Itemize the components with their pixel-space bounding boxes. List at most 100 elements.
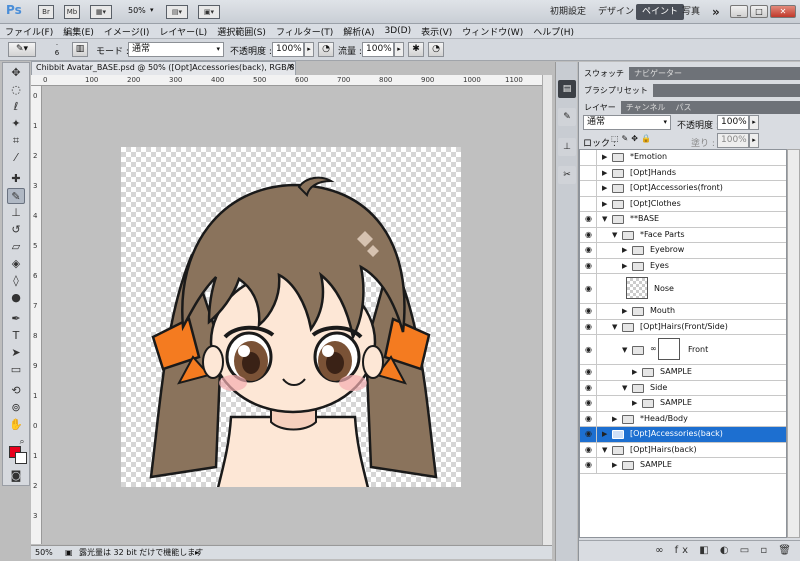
layer-visibility-toggle[interactable]: ◉ [580, 227, 597, 242]
workspace-design[interactable]: デザイン [592, 4, 640, 20]
hand-tool-icon[interactable]: ✋ [7, 417, 25, 433]
layer-row[interactable]: ▶ [Opt]Accessories(front) [580, 181, 786, 197]
layer-row[interactable]: ◉ ▶ Mouth [580, 304, 786, 320]
path-selection-tool-icon[interactable]: ➤ [7, 345, 25, 361]
airbrush-icon[interactable]: ✱ [408, 42, 424, 57]
crop-tool-icon[interactable]: ⌗ [7, 133, 25, 149]
expand-triangle-closed-icon[interactable]: ▶ [622, 245, 627, 255]
tab-paths[interactable]: パス [671, 101, 697, 114]
expand-triangle-closed-icon[interactable]: ▶ [622, 261, 627, 271]
menu-view[interactable]: 表示(V) [416, 25, 457, 38]
tool-preset-picker[interactable]: ✎▾ [8, 42, 36, 57]
menu-edit[interactable]: 編集(E) [58, 25, 99, 38]
fill-input[interactable]: 100% [717, 133, 749, 148]
layer-opacity-input[interactable]: 100% [717, 115, 749, 130]
layer-row[interactable]: ◉ ▶ Eyebrow [580, 243, 786, 259]
workspace-default[interactable]: 初期設定 [544, 4, 592, 20]
layer-visibility-toggle[interactable]: ◉ [580, 458, 597, 473]
layer-row[interactable]: ◉ ▶ SAMPLE [580, 458, 786, 474]
layer-row[interactable]: ▶ *Emotion [580, 150, 786, 166]
layer-visibility-toggle[interactable]: ◉ [580, 335, 597, 364]
layer-visibility-toggle[interactable]: ◉ [580, 442, 597, 457]
arrange-documents-icon[interactable]: ▤▾ [166, 5, 188, 19]
move-tool-icon[interactable]: ✥ [7, 65, 25, 81]
expand-triangle-closed-icon[interactable]: ▶ [612, 414, 617, 424]
expand-triangle-closed-icon[interactable]: ▶ [632, 398, 637, 408]
expand-triangle-closed-icon[interactable]: ▶ [602, 168, 607, 178]
layer-visibility-toggle[interactable]: ◉ [580, 427, 597, 442]
dodge-tool-icon[interactable]: ● [7, 290, 25, 306]
layer-visibility-toggle[interactable]: ◉ [580, 365, 597, 380]
expand-triangle-open-icon[interactable]: ▼ [602, 214, 607, 224]
expand-triangle-closed-icon[interactable]: ▶ [602, 429, 607, 439]
menu-select[interactable]: 選択範囲(S) [212, 25, 271, 38]
canvas-vertical-scrollbar[interactable] [542, 75, 552, 545]
layer-row[interactable]: ◉ ▼ **BASE [580, 212, 786, 228]
quick-mask-icon[interactable]: ◙ [7, 468, 25, 484]
brush-size-indicator[interactable]: · 6 [52, 41, 62, 57]
expand-triangle-closed-icon[interactable]: ▶ [612, 460, 617, 470]
layer-row[interactable]: ◉ ▶ SAMPLE [580, 396, 786, 412]
menu-file[interactable]: ファイル(F) [0, 25, 58, 38]
layer-row[interactable]: ◉ ▼ Side [580, 380, 786, 396]
tool-presets-panel-icon[interactable]: ✂ [558, 166, 576, 184]
layer-footer-icons[interactable]: ∞ fx ◧ ◐ ▭ ▫ 🗑 [655, 545, 795, 556]
document-tab[interactable]: Chibbit Avatar_BASE.psd @ 50% ([Opt]Acce… [31, 61, 296, 75]
more-workspaces-icon[interactable]: » [706, 4, 726, 20]
background-color-swatch[interactable] [15, 452, 27, 464]
layer-row[interactable]: ◉ ▶ *Head/Body [580, 411, 786, 427]
layer-mask-thumbnail[interactable] [658, 338, 680, 360]
lasso-tool-icon[interactable]: ℓ [7, 99, 25, 115]
eyedropper-tool-icon[interactable]: ⁄ [7, 150, 25, 166]
menu-analysis[interactable]: 解析(A) [338, 25, 379, 38]
tablet-opacity-pressure-icon[interactable]: ◔ [318, 42, 334, 57]
restore-button[interactable]: □ [750, 5, 768, 18]
expand-triangle-closed-icon[interactable]: ▶ [622, 306, 627, 316]
expand-triangle-open-icon[interactable]: ▼ [622, 345, 627, 355]
layer-visibility-toggle[interactable]: ◉ [580, 258, 597, 273]
layer-visibility-toggle[interactable]: ◉ [580, 274, 597, 303]
brush-panel-toggle-icon[interactable]: ▥ [72, 42, 88, 57]
layer-row[interactable]: ◉ Nose [580, 274, 786, 304]
flow-input[interactable]: 100% [362, 42, 394, 57]
brush-tool-icon[interactable]: ✎ [7, 188, 25, 204]
layer-visibility-toggle[interactable] [580, 181, 597, 196]
rectangle-tool-icon[interactable]: ▭ [7, 362, 25, 378]
tab-navigator[interactable]: ナビゲーター [629, 67, 687, 80]
expand-triangle-closed-icon[interactable]: ▶ [602, 152, 607, 162]
menu-filter[interactable]: フィルター(T) [271, 25, 338, 38]
clone-source-panel-icon[interactable]: ⊥ [558, 138, 576, 156]
lock-icons[interactable]: ⬚✎✥🔒 [611, 134, 654, 143]
layer-opacity-slider-icon[interactable]: ▸ [749, 115, 759, 130]
paint-bucket-tool-icon[interactable]: ◈ [7, 256, 25, 272]
3d-rotate-tool-icon[interactable]: ⟲ [7, 383, 25, 399]
layer-visibility-toggle[interactable] [580, 196, 597, 211]
menu-3d[interactable]: 3D(D) [379, 26, 416, 36]
layer-row[interactable]: ▶ [Opt]Clothes [580, 196, 786, 212]
fill-slider-icon[interactable]: ▸ [749, 133, 759, 148]
layer-visibility-toggle[interactable]: ◉ [580, 396, 597, 411]
flow-slider-icon[interactable]: ▸ [394, 42, 404, 57]
tab-layers[interactable]: レイヤー [579, 101, 621, 114]
pen-tool-icon[interactable]: ✒ [7, 311, 25, 327]
layer-visibility-toggle[interactable] [580, 150, 597, 165]
close-button[interactable]: ✕ [770, 5, 796, 18]
healing-brush-tool-icon[interactable]: ✚ [7, 171, 25, 187]
layer-visibility-toggle[interactable]: ◉ [580, 304, 597, 319]
layer-row[interactable]: ◉ ▼ ∞ Front [580, 335, 786, 365]
status-zoom[interactable]: 50% [35, 546, 53, 559]
layer-row[interactable]: ◉ ▼ [Opt]Hairs(Front/Side) [580, 319, 786, 335]
status-menu-arrow-icon[interactable]: ▸ [195, 546, 199, 559]
expand-triangle-open-icon[interactable]: ▼ [612, 322, 617, 332]
layer-list-scrollbar[interactable] [787, 149, 800, 538]
opacity-input[interactable]: 100% [272, 42, 304, 57]
history-panel-icon[interactable]: ▤ [558, 80, 576, 98]
layer-row[interactable]: ◉ ▼ [Opt]Hairs(back) [580, 442, 786, 458]
view-extras-icon[interactable]: ▦▾ [90, 5, 112, 19]
status-info-icon[interactable]: ▣ [65, 546, 73, 559]
expand-triangle-open-icon[interactable]: ▼ [622, 383, 627, 393]
menu-layer[interactable]: レイヤー(L) [154, 25, 212, 38]
quick-selection-tool-icon[interactable]: ✦ [7, 116, 25, 132]
tablet-size-pressure-icon[interactable]: ◔ [428, 42, 444, 57]
type-tool-icon[interactable]: T [7, 328, 25, 344]
